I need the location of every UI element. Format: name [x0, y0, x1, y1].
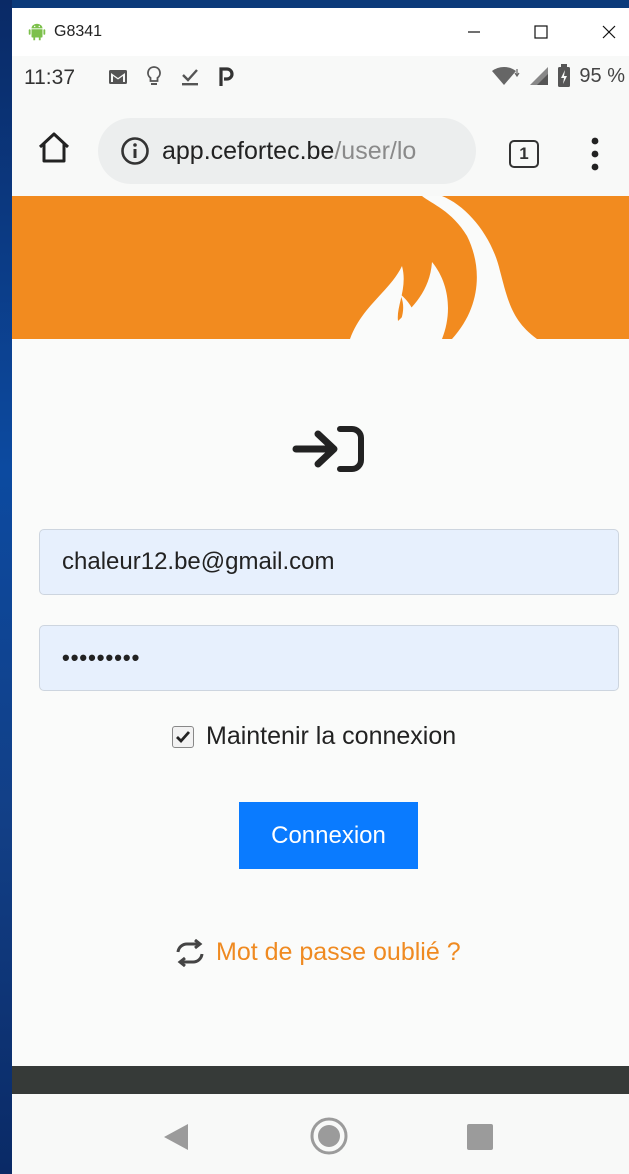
android-nav-bar	[12, 1094, 629, 1174]
url-host: app.cefortec.be	[162, 136, 335, 165]
desktop-background	[0, 0, 12, 1174]
url-path: /user/lo	[334, 136, 417, 165]
battery-icon	[558, 64, 571, 87]
forgot-password-label[interactable]: Mot de passe oublié ?	[216, 938, 461, 967]
maximize-button[interactable]	[529, 20, 553, 44]
flame-logo	[350, 196, 537, 339]
checkmark-icon	[176, 730, 191, 743]
emulator-titlebar: G8341	[12, 8, 629, 56]
back-icon[interactable]	[162, 1122, 190, 1152]
more-menu-icon[interactable]	[590, 137, 600, 171]
refresh-icon	[176, 938, 204, 967]
sign-in-icon	[292, 426, 364, 472]
parking-icon	[219, 67, 234, 86]
android-icon	[28, 23, 46, 41]
signal-icon	[530, 67, 549, 85]
browser-toolbar: app.cefortec.be/user/lo 1	[12, 100, 629, 196]
url-text[interactable]: app.cefortec.be/user/lo	[162, 137, 416, 166]
info-icon[interactable]	[120, 136, 150, 166]
emulator-title: G8341	[54, 23, 103, 40]
header-banner	[12, 196, 629, 339]
close-button[interactable]	[597, 20, 621, 44]
battery-percentage: 95 %	[579, 64, 625, 87]
forgot-password-link[interactable]: Mot de passe oublié ?	[174, 938, 461, 967]
android-status-bar: 11:37 95 %	[12, 56, 629, 100]
home-icon[interactable]	[36, 130, 72, 166]
status-time: 11:37	[24, 66, 75, 89]
login-button[interactable]: Connexion	[239, 802, 418, 869]
minimize-button[interactable]	[462, 20, 486, 44]
email-field[interactable]: chaleur12.be@gmail.com	[39, 529, 619, 595]
bulb-icon	[147, 66, 161, 85]
emulator-window: G8341 11:37 95 % app.cefortec.be/user/lo…	[12, 8, 629, 1174]
gmail-icon	[109, 70, 127, 84]
recent-apps-icon[interactable]	[467, 1124, 493, 1150]
download-done-icon	[182, 69, 198, 86]
remember-me[interactable]: Maintenir la connexion	[172, 722, 456, 751]
tab-switcher-button[interactable]: 1	[509, 140, 539, 168]
remember-checkbox[interactable]	[172, 725, 194, 748]
remember-label[interactable]: Maintenir la connexion	[206, 722, 456, 751]
address-bar[interactable]: app.cefortec.be/user/lo	[98, 118, 476, 184]
wifi-icon	[492, 67, 520, 85]
password-field[interactable]: •••••••••	[39, 625, 619, 691]
web-page: chaleur12.be@gmail.com ••••••••• Mainten…	[12, 196, 629, 1102]
home-nav-icon[interactable]	[309, 1116, 349, 1156]
